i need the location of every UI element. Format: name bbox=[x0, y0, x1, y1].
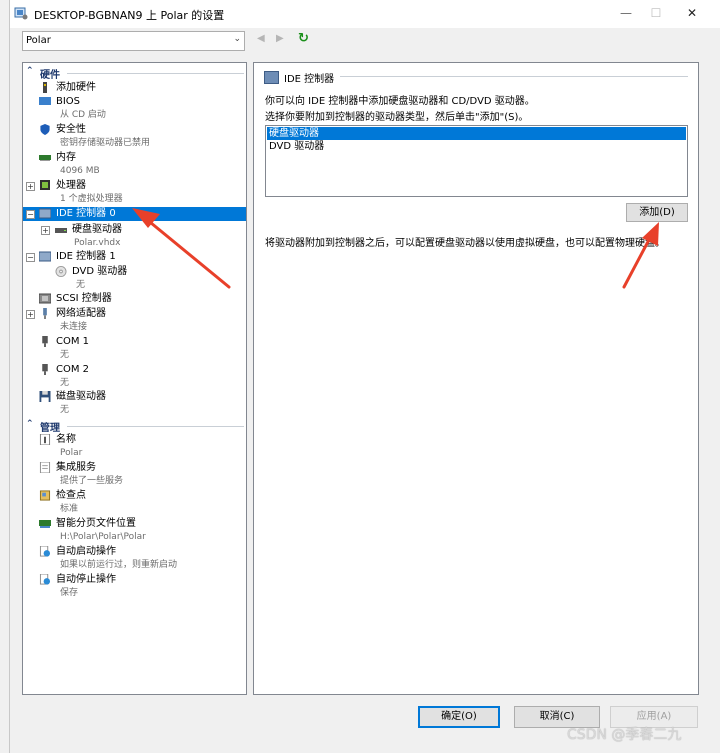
annotation-arrows bbox=[132, 208, 659, 289]
watermark: CSDN @季春二九 bbox=[567, 727, 682, 743]
settings-window: DESKTOP-BGBNAN9 上 Polar 的设置 — ☐ ✕ Polar … bbox=[0, 0, 720, 753]
